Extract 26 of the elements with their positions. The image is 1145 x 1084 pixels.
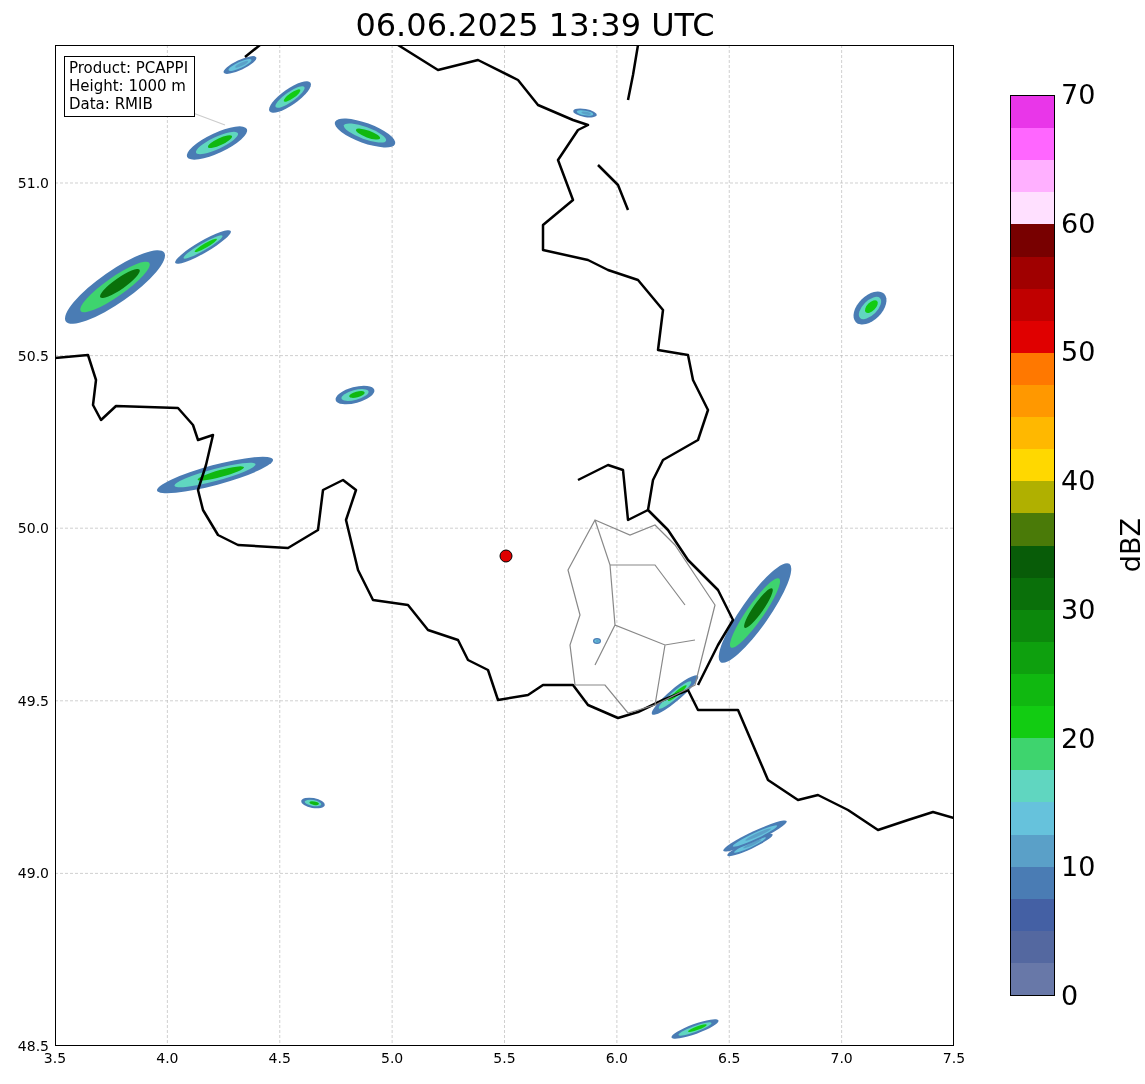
- info-text: Product: PCAPPI: [69, 59, 189, 77]
- chart-title: 06.06.2025 13:39 UTC: [354, 5, 716, 45]
- colorbar-tick-label: 70: [1061, 79, 1096, 111]
- colorbar-label: dBZ: [1115, 518, 1145, 573]
- info-text: Data: RMIB: [69, 95, 154, 113]
- axis-tick-label: 7.0: [830, 1050, 853, 1066]
- axis-tick-label: 7.5: [942, 1050, 966, 1066]
- axis-tick-label: 50.5: [17, 347, 49, 364]
- colorbar-tick-label: 50: [1061, 336, 1096, 369]
- axis-tick-label: 49.0: [17, 865, 49, 882]
- axis-tick-label: 51.0: [17, 175, 49, 191]
- axis-tick-label: 6.0: [605, 1050, 628, 1066]
- axis-tick-label: 4.0: [156, 1050, 179, 1066]
- colorbar-tick-label: 0: [1061, 980, 1079, 1012]
- colorbar-tick-label: 40: [1061, 465, 1096, 498]
- colorbar-tick-label: 30: [1061, 593, 1096, 626]
- axis-tick-label: 6.5: [718, 1050, 741, 1066]
- colorbar-tick-label: 10: [1061, 851, 1096, 884]
- axis-tick-label: 4.5: [268, 1050, 291, 1066]
- axis-tick-label: 50.0: [17, 520, 49, 537]
- info-text: Height: 1000 m: [69, 77, 187, 95]
- axis-tick-label: 5.0: [381, 1050, 404, 1066]
- colorbar-tick-label: 60: [1061, 207, 1096, 240]
- axis-tick-label: 49.5: [17, 692, 49, 709]
- axis-tick-label: 5.5: [493, 1050, 516, 1066]
- colorbar-tick-label: 20: [1061, 722, 1096, 755]
